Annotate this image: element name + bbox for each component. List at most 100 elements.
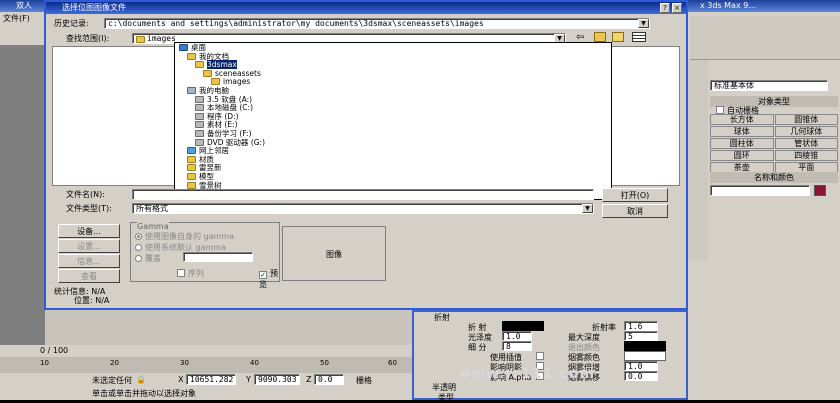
gamma-own-option[interactable]: 使用图像自身的 gamma — [135, 231, 234, 242]
history-dropdown[interactable]: c:\documents and settings\administrator\… — [104, 18, 650, 29]
main-toolbar — [0, 25, 45, 45]
primitive-button[interactable]: 圆柱体 — [710, 138, 774, 149]
primitive-button[interactable]: 球体 — [710, 126, 774, 137]
view-menu-icon[interactable] — [632, 32, 646, 42]
y-coordinate-field[interactable]: 9090.303 — [254, 374, 300, 385]
radio-button[interactable] — [135, 244, 142, 251]
refraction-section-title: 折射 — [434, 313, 450, 322]
desktop-icon — [179, 44, 188, 51]
close-button[interactable]: × — [672, 3, 682, 13]
up-folder-icon[interactable] — [594, 32, 606, 42]
status-bar: 未选定任何 🔒 X 10651.282 Y 9090.303 Z 0.0 栅格 … — [0, 373, 412, 400]
max-depth-field[interactable]: 5 — [624, 331, 658, 341]
primitive-button[interactable]: 圆锥体 — [774, 114, 838, 125]
command-panel-toolbar — [690, 16, 840, 60]
checkbox[interactable] — [177, 269, 185, 277]
radio-button[interactable] — [135, 255, 142, 262]
fog-multiplier-field[interactable]: 1.0 — [624, 361, 658, 371]
computer-icon — [187, 87, 196, 94]
primitive-button[interactable]: 几何球体 — [774, 126, 838, 137]
ruler-tick: 40 — [250, 359, 259, 367]
time-slider[interactable]: 0 / 100 — [0, 345, 412, 357]
y-label: Y — [246, 375, 251, 384]
gamma-override-option[interactable]: 覆盖 — [135, 253, 161, 264]
object-color-swatch[interactable] — [814, 185, 826, 196]
chevron-down-icon[interactable]: ▼ — [638, 19, 649, 28]
dvd-icon — [195, 138, 204, 146]
translucency-type-label: 类型 — [438, 393, 454, 402]
help-button[interactable]: ? — [660, 3, 670, 13]
folder-icon — [211, 78, 220, 86]
location-label: 位置: N/A — [74, 296, 110, 305]
primitive-button[interactable]: 长方体 — [710, 114, 774, 125]
primitive-button[interactable]: 管状体 — [774, 138, 838, 149]
sequence-checkbox[interactable]: 序列 — [177, 268, 204, 279]
exit-color-swatch[interactable] — [624, 341, 666, 351]
gamma-group-title: Gamma — [137, 222, 169, 231]
new-folder-icon[interactable] — [612, 32, 624, 42]
settings-button[interactable]: 设置... — [58, 239, 120, 253]
lock-icon[interactable]: 🔒 — [136, 375, 146, 384]
network-icon — [187, 147, 196, 155]
drive-icon — [195, 121, 204, 129]
primitive-button-grid: 长方体 圆锥体 球体 几何球体 圆柱体 管状体 圆环 四棱锥 茶壶 平面 — [710, 114, 838, 173]
chevron-down-icon[interactable]: ▼ — [582, 204, 593, 213]
track-ruler: 10 20 30 40 50 60 — [0, 357, 412, 373]
folder-icon — [195, 61, 204, 69]
filetype-dropdown[interactable]: 所有格式 — [132, 203, 594, 214]
object-name-field[interactable] — [710, 185, 810, 196]
x-label: X — [178, 375, 184, 384]
info-button[interactable]: 信息... — [58, 254, 120, 268]
look-in-value: images — [147, 34, 176, 43]
floppy-icon — [195, 95, 204, 103]
tool-strip — [688, 60, 708, 260]
ruler-tick: 60 — [388, 359, 397, 367]
viewport-navigation-controls[interactable] — [688, 360, 840, 400]
filename-field[interactable] — [132, 189, 594, 200]
radio-button[interactable] — [135, 233, 142, 240]
cancel-button[interactable]: 取消 — [602, 204, 668, 218]
folder-icon — [187, 164, 196, 172]
open-button[interactable]: 打开(O) — [602, 188, 668, 202]
primitive-button[interactable]: 圆环 — [710, 150, 774, 161]
fog-bias-field[interactable]: 0.0 — [624, 371, 658, 381]
gamma-override-field[interactable] — [183, 252, 253, 262]
selection-status: 未选定任何 — [92, 376, 132, 385]
setup-button[interactable]: 设备... — [58, 224, 120, 238]
use-interpolation-checkbox[interactable] — [536, 352, 544, 360]
history-label: 历史记录: — [54, 19, 89, 28]
checkbox[interactable]: ✓ — [259, 271, 267, 279]
look-in-label: 查找范围(I): — [66, 34, 110, 43]
app-title-right: x 3ds Max 9... — [696, 0, 840, 12]
filename-label: 文件名(N): — [66, 190, 105, 199]
primitive-button[interactable]: 四棱锥 — [774, 150, 838, 161]
ruler-tick: 30 — [180, 359, 189, 367]
prompt-text: 单击或单击并拖动以选择对象 — [92, 389, 196, 398]
menu-file[interactable]: 文件(F) — [0, 12, 45, 25]
refract-color-swatch[interactable] — [502, 321, 544, 331]
glossiness-field[interactable]: 1.0 — [502, 331, 532, 341]
view-button[interactable]: 查看 — [58, 269, 120, 283]
folder-icon — [136, 36, 145, 43]
fog-color-swatch[interactable] — [624, 351, 666, 361]
preview-checkbox[interactable]: ✓ 预览 — [259, 268, 279, 290]
material-refraction-panel: 折射 折 射 光泽度 1.0 细 分 8 使用插值 影响阴影 影响 Alpha … — [412, 310, 688, 402]
ruler-tick: 50 — [320, 359, 329, 367]
z-coordinate-field[interactable]: 0.0 — [314, 374, 344, 385]
filetype-label: 文件类型(T): — [66, 204, 112, 213]
ruler-tick: 20 — [110, 359, 119, 367]
x-coordinate-field[interactable]: 10651.282 — [186, 374, 236, 385]
primitive-type-dropdown[interactable]: 标准基本体 — [710, 80, 828, 91]
ruler-tick: 10 — [40, 359, 49, 367]
subdivs-field[interactable]: 8 — [502, 341, 532, 351]
ior-field[interactable]: 1.6 — [624, 321, 658, 331]
folder-icon — [203, 69, 212, 77]
dialog-title: 选择位图图像文件 — [62, 3, 126, 12]
look-in-dropdown-list[interactable]: 桌面 我的文档 3dsmax sceneassets images 我的电脑 3.5 软盘 … — [174, 42, 612, 200]
folder-icon — [187, 52, 196, 60]
name-color-header[interactable]: 名称和颜色 — [710, 172, 838, 183]
folder-icon — [187, 173, 196, 180]
viewport[interactable] — [0, 45, 45, 345]
folder-icon — [187, 155, 196, 163]
subdivs-label: 细 分 — [468, 343, 487, 352]
